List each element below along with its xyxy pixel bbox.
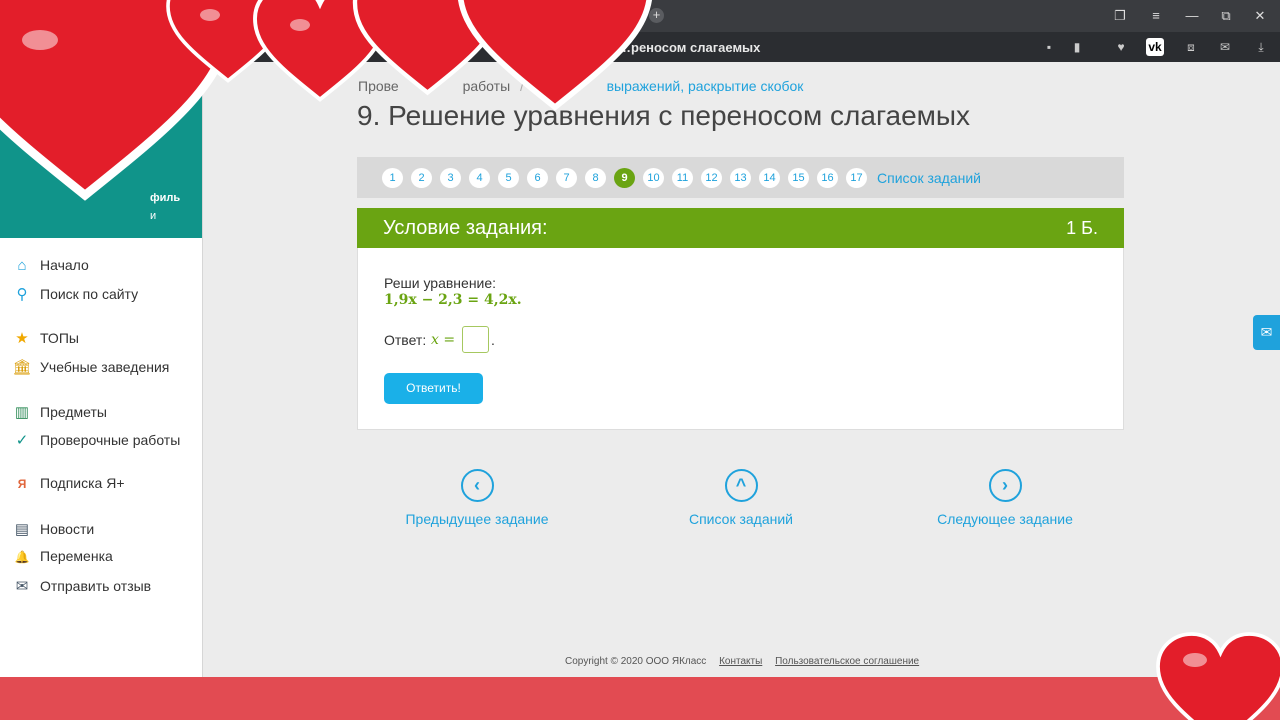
heart-shine-4 xyxy=(1183,653,1207,667)
heart-shine-2 xyxy=(200,9,220,21)
heart-decoration-6 xyxy=(1156,632,1280,720)
heart-decoration-5 xyxy=(460,0,650,107)
heart-shine-1 xyxy=(22,30,58,50)
decorative-hearts xyxy=(0,0,1280,720)
heart-shine-3 xyxy=(290,19,310,31)
